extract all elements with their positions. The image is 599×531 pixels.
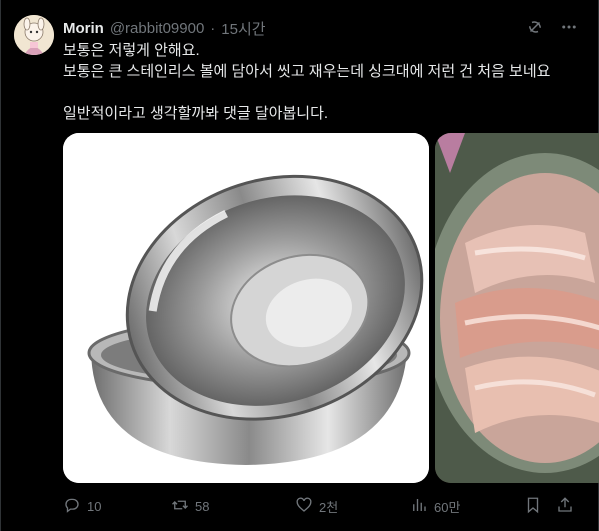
- repost-button[interactable]: 58: [171, 496, 295, 517]
- author-handle[interactable]: @rabbit09900: [110, 20, 204, 37]
- action-bar: 10 58 2천 60만: [63, 494, 583, 518]
- reply-button[interactable]: 10: [63, 496, 171, 517]
- media-image-meat[interactable]: [435, 133, 599, 483]
- bookmark-button[interactable]: [524, 496, 556, 517]
- like-count: 2천: [319, 499, 339, 515]
- share-button[interactable]: [556, 496, 580, 517]
- header-actions: [526, 18, 578, 36]
- grok-icon[interactable]: [526, 18, 544, 36]
- more-icon[interactable]: [560, 18, 578, 36]
- avatar[interactable]: [14, 15, 54, 55]
- repost-icon: [171, 496, 189, 517]
- post-container: Morin @rabbit09900 · 15시간 보통은 저렇게 안해요. 보…: [0, 0, 599, 531]
- share-icon: [556, 496, 574, 517]
- like-button[interactable]: 2천: [295, 496, 410, 517]
- post-time[interactable]: 15시간: [221, 18, 265, 39]
- views-button[interactable]: 60만: [410, 496, 524, 517]
- reply-count: 10: [87, 498, 102, 514]
- repost-count: 58: [195, 498, 210, 514]
- bookmark-icon: [524, 496, 542, 517]
- like-icon: [295, 496, 313, 517]
- post-header: Morin @rabbit09900 · 15시간: [63, 18, 578, 38]
- views-icon: [410, 496, 428, 517]
- author-name[interactable]: Morin: [63, 20, 104, 37]
- media-gallery: [63, 133, 599, 483]
- separator: ·: [210, 19, 216, 37]
- views-count: 60만: [434, 499, 461, 515]
- reply-icon: [63, 496, 81, 517]
- post-text-line: 보통은 저렇게 안해요.: [63, 42, 200, 59]
- media-image-bowls[interactable]: [63, 133, 429, 483]
- post-text-line: 일반적이라고 생각할까봐 댓글 달아봅니다.: [63, 105, 329, 122]
- post-text-line: 보통은 큰 스테인리스 볼에 담아서 씻고 재우는데 싱크대에 저런 건 처음 …: [63, 63, 551, 80]
- post-text: 보통은 저렇게 안해요. 보통은 큰 스테인리스 볼에 담아서 씻고 재우는데 …: [63, 40, 583, 124]
